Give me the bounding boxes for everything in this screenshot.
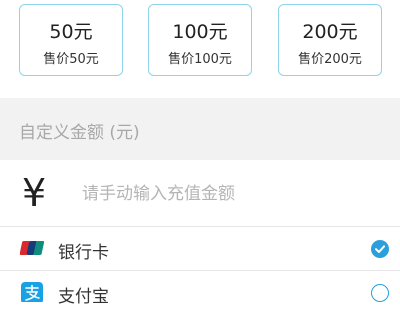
payment-method-alipay[interactable]: 支付宝 (0, 270, 400, 315)
amount-input[interactable] (80, 178, 384, 210)
amount-option-100[interactable]: 100元 售价100元 (148, 4, 252, 76)
payment-label: 银行卡 (58, 243, 109, 263)
amount-price: 售价100元 (168, 52, 232, 67)
radio-unchecked-icon[interactable] (371, 284, 389, 302)
amount-option-200[interactable]: 200元 售价200元 (278, 4, 382, 76)
amount-price: 售价50元 (43, 52, 99, 67)
custom-amount-row: ¥ (0, 160, 400, 226)
custom-amount-title: 自定义金额 (元) (19, 123, 140, 143)
payment-label: 支付宝 (58, 287, 109, 307)
custom-amount-header: 自定义金额 (元) (0, 98, 400, 160)
alipay-icon (21, 282, 43, 302)
unionpay-icon (20, 241, 44, 255)
amount-options: 50元 售价50元 100元 售价100元 200元 售价200元 (0, 0, 400, 98)
amount-price: 售价200元 (298, 52, 362, 67)
amount-option-50[interactable]: 50元 售价50元 (19, 4, 123, 76)
amount-value: 100元 (172, 21, 228, 43)
radio-checked-icon[interactable] (371, 240, 389, 258)
amount-value: 50元 (49, 21, 93, 43)
yen-icon: ¥ (22, 171, 47, 215)
payment-method-bank-card[interactable]: 银行卡 (0, 226, 400, 271)
amount-value: 200元 (302, 21, 358, 43)
